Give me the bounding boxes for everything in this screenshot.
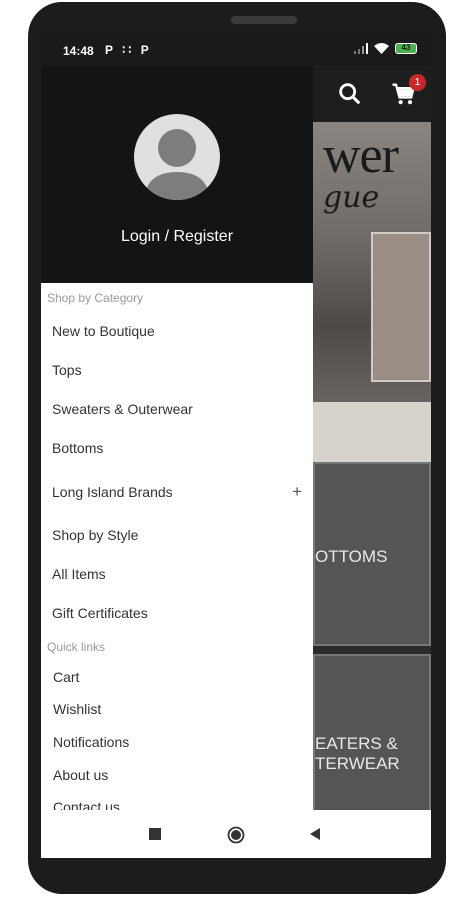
shop-window-image (371, 232, 431, 382)
system-navigation-bar (41, 810, 431, 858)
login-register-link[interactable]: Login / Register (41, 228, 313, 246)
circle-icon[interactable] (227, 826, 245, 844)
notification-icons: P ∶∶ P (105, 43, 152, 57)
section-title-quick-links: Quick links (47, 640, 106, 654)
menu-item-new-to-boutique[interactable]: New to Boutique (52, 323, 302, 339)
search-icon[interactable] (336, 80, 364, 108)
banner-script-text: gue (323, 180, 380, 215)
navigation-drawer: Login / Register Shop by Category New to… (41, 66, 313, 810)
menu-item-label: Shop by Style (52, 527, 139, 543)
menu-item-label: Tops (52, 362, 82, 378)
category-tile-bottoms[interactable]: OTTOMS (313, 462, 431, 646)
screen: 14:48 P ∶∶ P 43 1 wer gue OTTOMS EATERS … (41, 34, 431, 858)
status-bar: 14:48 P ∶∶ P 43 (41, 34, 431, 66)
signal-icon (354, 43, 368, 54)
tile-label: EATERS & TERWEAR (315, 734, 400, 773)
quick-link-cart[interactable]: Cart (53, 669, 79, 685)
menu-item-label: All Items (52, 566, 106, 582)
menu-item-shop-by-style[interactable]: Shop by Style (52, 527, 302, 543)
drawer-header: Login / Register (41, 66, 313, 283)
drawer-menu: Shop by Category New to Boutique Tops Sw… (41, 283, 313, 810)
quick-link-notifications[interactable]: Notifications (53, 734, 129, 750)
banner-logo-text: wer (323, 127, 399, 184)
menu-item-bottoms[interactable]: Bottoms (52, 440, 302, 456)
menu-item-long-island-brands[interactable]: Long Island Brands + (52, 482, 302, 502)
user-avatar-icon[interactable] (134, 114, 220, 200)
quick-link-wishlist[interactable]: Wishlist (53, 701, 101, 717)
menu-item-label: Long Island Brands (52, 484, 173, 500)
menu-item-label: Sweaters & Outerwear (52, 401, 193, 417)
menu-item-label: New to Boutique (52, 323, 155, 339)
menu-item-sweaters-outerwear[interactable]: Sweaters & Outerwear (52, 401, 302, 417)
triangle-back-icon[interactable] (309, 827, 321, 841)
tile-label: OTTOMS (315, 547, 388, 566)
menu-item-gift-certificates[interactable]: Gift Certificates (52, 605, 302, 621)
menu-item-label: Bottoms (52, 440, 104, 456)
cart-count-badge: 1 (409, 74, 426, 91)
wifi-icon (374, 43, 389, 54)
battery-icon: 43 (395, 43, 417, 54)
menu-item-label: Gift Certificates (52, 605, 148, 621)
menu-item-all-items[interactable]: All Items (52, 566, 302, 582)
status-time: 14:48 (63, 44, 94, 58)
shop-base-image (313, 402, 431, 462)
quick-link-about-us[interactable]: About us (53, 767, 108, 783)
phone-speaker (231, 16, 297, 24)
status-icons: 43 (354, 43, 417, 54)
menu-item-tops[interactable]: Tops (52, 362, 302, 378)
quick-link-contact-us[interactable]: Contact us (53, 799, 120, 810)
expand-plus-icon[interactable]: + (292, 482, 302, 502)
square-icon[interactable] (149, 828, 161, 840)
section-title-shop-by-category: Shop by Category (47, 291, 144, 305)
